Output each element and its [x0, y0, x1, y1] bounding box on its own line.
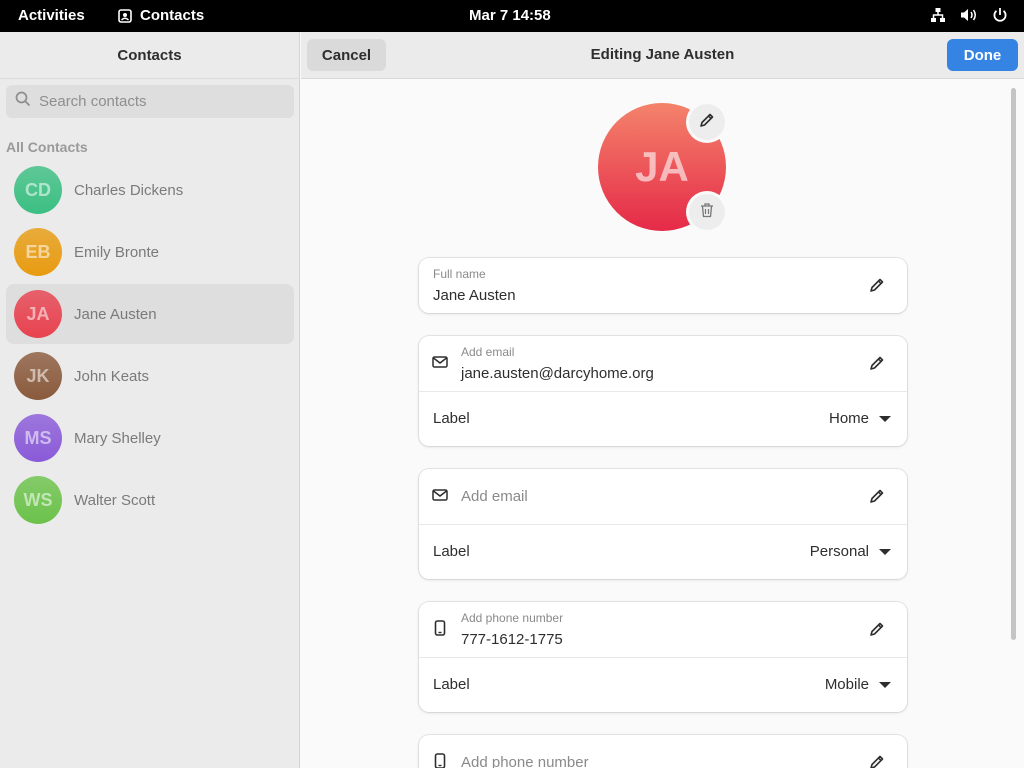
phone-card-2: Add phone number	[419, 735, 907, 768]
contact-name: Walter Scott	[74, 491, 156, 509]
phone-placeholder[interactable]: Add phone number	[461, 754, 589, 768]
network-icon	[930, 7, 946, 23]
delete-avatar-button[interactable]	[689, 194, 725, 230]
type-label: Label	[433, 676, 470, 693]
email-label: Add email	[461, 345, 515, 359]
search-field[interactable]: Search contacts	[6, 85, 294, 118]
phone-row-2[interactable]: Add phone number	[419, 735, 907, 768]
contacts-sidebar: Contacts Search contacts All Contacts CD…	[0, 32, 300, 768]
full-name-card: Full name Jane Austen	[419, 258, 907, 313]
email-row-1[interactable]: Add email jane.austen@darcyhome.org	[419, 336, 907, 391]
dropdown-value: Personal	[809, 543, 869, 560]
trash-icon	[699, 202, 715, 223]
contact-item[interactable]: MS Mary Shelley	[6, 408, 294, 468]
pencil-icon[interactable]	[869, 277, 885, 298]
phone-type-dropdown[interactable]: Mobile	[825, 676, 891, 693]
full-name-label: Full name	[433, 267, 486, 281]
type-label: Label	[433, 543, 470, 560]
email-card-2: Add email Label Personal	[419, 469, 907, 579]
phone-value[interactable]: 777-1612-1775	[461, 631, 563, 648]
email-type-dropdown[interactable]: Home	[829, 410, 891, 427]
phone-row-1[interactable]: Add phone number 777-1612-1775	[419, 602, 907, 657]
email-type-row-1: Label Home	[419, 391, 907, 446]
phone-icon	[432, 753, 448, 768]
phone-icon	[432, 620, 448, 641]
phone-label: Add phone number	[461, 611, 564, 625]
avatar: CD	[14, 166, 62, 214]
chevron-down-icon	[879, 415, 891, 422]
scrollbar[interactable]	[1011, 88, 1016, 640]
mail-icon	[432, 487, 448, 508]
all-contacts-label: All Contacts	[6, 139, 88, 155]
avatar: MS	[14, 414, 62, 462]
header-bar: Cancel Editing Jane Austen Done	[301, 32, 1024, 79]
avatar: JA	[14, 290, 62, 338]
activities-button[interactable]: Activities	[18, 7, 85, 24]
search-icon	[15, 91, 31, 112]
contact-item[interactable]: WS Walter Scott	[6, 470, 294, 530]
contact-name: Emily Bronte	[74, 243, 160, 261]
phone-type-row-1: Label Mobile	[419, 657, 907, 712]
system-menu[interactable]	[930, 7, 1008, 23]
pencil-icon[interactable]	[869, 754, 885, 768]
full-name-value[interactable]: Jane Austen	[433, 287, 516, 304]
search-placeholder: Search contacts	[39, 93, 147, 110]
top-bar: Activities Contacts Mar 7 14:58	[0, 0, 1024, 32]
contact-editor: JA Full name Jane Austen Add email jane.…	[301, 80, 1024, 768]
power-icon	[992, 7, 1008, 23]
contacts-list: CD Charles Dickens EB Emily Bronte JA Jane Au…	[6, 160, 294, 532]
email-card-1: Add email jane.austen@darcyhome.org Labe…	[419, 336, 907, 446]
chevron-down-icon	[879, 548, 891, 555]
sidebar-title: Contacts	[0, 32, 299, 79]
phone-card-1: Add phone number 777-1612-1775 Label Mob…	[419, 602, 907, 712]
dropdown-value: Mobile	[824, 676, 869, 693]
email-placeholder[interactable]: Add email	[461, 488, 528, 505]
clock[interactable]: Mar 7 14:58	[469, 7, 551, 24]
email-row-2[interactable]: Add email	[419, 469, 907, 524]
pencil-icon	[699, 112, 715, 133]
contact-item[interactable]: JK John Keats	[6, 346, 294, 406]
done-button[interactable]: Done	[947, 39, 1018, 71]
page-title: Editing Jane Austen	[590, 46, 735, 63]
contact-name: Charles Dickens	[74, 181, 184, 199]
contact-name: Mary Shelley	[74, 429, 161, 447]
full-name-row[interactable]: Full name Jane Austen	[419, 258, 907, 313]
pencil-icon[interactable]	[869, 488, 885, 509]
app-name: Contacts	[140, 7, 205, 24]
contact-name: Jane Austen	[74, 305, 157, 323]
email-value[interactable]: jane.austen@darcyhome.org	[461, 365, 654, 382]
type-label: Label	[433, 410, 470, 427]
chevron-down-icon	[879, 681, 891, 688]
avatar: JK	[14, 352, 62, 400]
email-type-row-2: Label Personal	[419, 524, 907, 579]
pencil-icon[interactable]	[869, 355, 885, 376]
avatar: WS	[14, 476, 62, 524]
mail-icon	[432, 354, 448, 375]
volume-icon	[960, 7, 978, 23]
pencil-icon[interactable]	[869, 621, 885, 642]
avatar: EB	[14, 228, 62, 276]
contact-item[interactable]: EB Emily Bronte	[6, 222, 294, 282]
edit-avatar-button[interactable]	[689, 104, 725, 140]
dropdown-value: Home	[828, 410, 869, 427]
app-menu[interactable]: Contacts	[118, 7, 204, 24]
contact-name: John Keats	[74, 367, 150, 385]
contact-item[interactable]: JA Jane Austen	[6, 284, 294, 344]
email-type-dropdown[interactable]: Personal	[810, 543, 891, 560]
contact-item[interactable]: CD Charles Dickens	[6, 160, 294, 220]
contacts-app-icon	[118, 8, 132, 23]
